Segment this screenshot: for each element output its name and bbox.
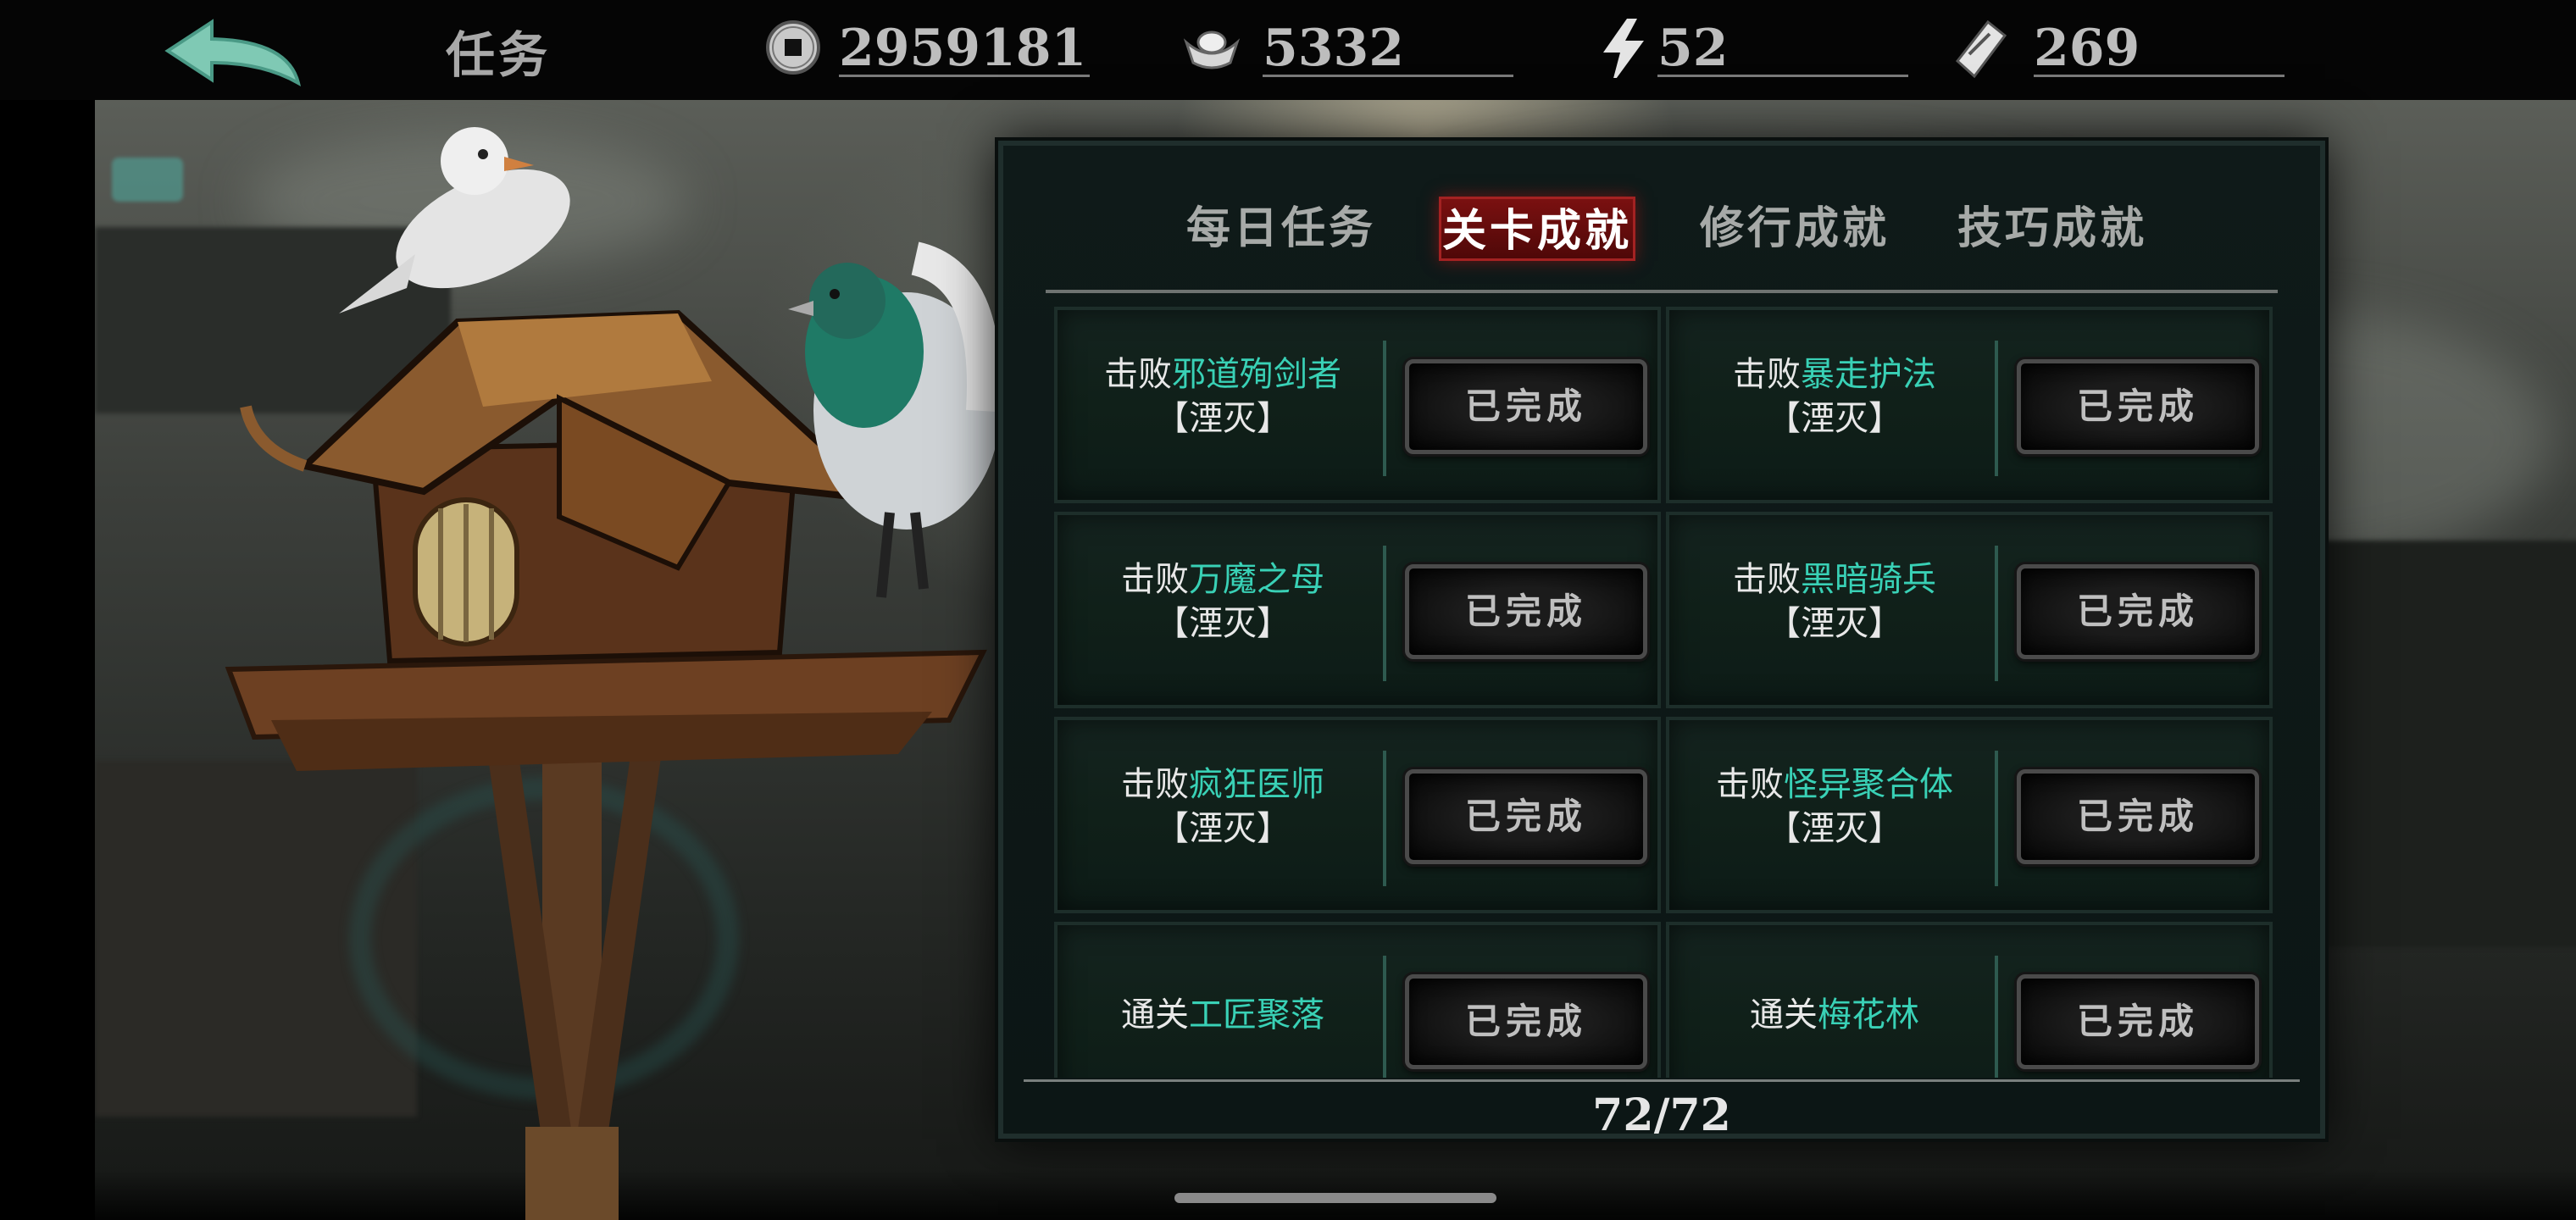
achievement-verb: 通关 <box>1121 995 1189 1034</box>
page-title: 任务 <box>446 26 552 84</box>
achievement-target: 梅花林 <box>1818 995 1919 1034</box>
progress-counter: 72/72 <box>1592 1090 1731 1134</box>
completed-button[interactable]: 已完成 <box>2017 974 2259 1069</box>
completed-button[interactable]: 已完成 <box>1405 769 1647 864</box>
achievement-description: 通关梅花林 <box>1678 993 1991 1037</box>
achievement-item: 通关梅花林 已完成 <box>1666 922 2273 1078</box>
achievement-verb: 击败 <box>1121 560 1189 599</box>
achievement-item: 击败疯狂医师 【湮灭】 已完成 <box>1054 717 1661 913</box>
achievement-difficulty: 【湮灭】 <box>1767 604 1902 643</box>
achievement-description: 击败邪道殉剑者 【湮灭】 <box>1066 352 1380 441</box>
achievement-difficulty: 【湮灭】 <box>1155 604 1291 643</box>
ticket-resource: 269 <box>1949 8 2288 80</box>
achievement-description: 击败怪异聚合体 【湮灭】 <box>1678 762 1991 851</box>
completed-button[interactable]: 已完成 <box>1405 359 1647 454</box>
silver-underline <box>1263 75 1513 77</box>
achievement-item: 击败万魔之母 【湮灭】 已完成 <box>1054 512 1661 708</box>
achievement-verb: 击败 <box>1733 355 1801 394</box>
tab-daily-tasks[interactable]: 每日任务 <box>1183 197 1380 261</box>
achievement-description: 击败黑暗骑兵 【湮灭】 <box>1678 557 1991 646</box>
cell-divider <box>1995 341 1998 476</box>
achievement-verb: 击败 <box>1733 560 1801 599</box>
completed-button[interactable]: 已完成 <box>2017 564 2259 659</box>
tab-skill-achievements[interactable]: 技巧成就 <box>1954 197 2151 261</box>
achievement-item: 击败怪异聚合体 【湮灭】 已完成 <box>1666 717 2273 913</box>
completed-button[interactable]: 已完成 <box>2017 769 2259 864</box>
achievement-difficulty: 【湮灭】 <box>1155 809 1291 848</box>
tab-bar: 每日任务 关卡成就 修行成就 技巧成就 <box>1003 180 2320 273</box>
top-bar: 任务 2959181 5332 52 269 <box>0 0 2576 100</box>
energy-underline <box>1657 75 1908 77</box>
ticket-icon <box>1955 19 2007 78</box>
coin-value: 2959181 <box>839 19 1087 78</box>
achievement-target: 黑暗骑兵 <box>1801 560 1936 599</box>
energy-value: 52 <box>1657 19 1729 78</box>
cell-divider <box>1383 956 1386 1078</box>
achievement-list[interactable]: 击败邪道殉剑者 【湮灭】 已完成 击败暴走护法 【湮灭】 已完成 击败万魔之母 … <box>1054 307 2274 1078</box>
achievement-difficulty: 【湮灭】 <box>1155 399 1291 438</box>
silver-value: 5332 <box>1263 19 1404 78</box>
cell-divider <box>1995 956 1998 1078</box>
achievement-target: 暴走护法 <box>1801 355 1936 394</box>
achievement-target: 工匠聚落 <box>1189 995 1324 1034</box>
ticket-value: 269 <box>2034 19 2140 78</box>
tabs-divider <box>1046 290 2278 293</box>
back-arrow-icon[interactable] <box>161 15 305 92</box>
achievement-target: 邪道殉剑者 <box>1172 355 1341 394</box>
completed-button[interactable]: 已完成 <box>1405 564 1647 659</box>
list-bottom-divider <box>1024 1079 2300 1082</box>
coin-icon <box>766 20 820 75</box>
achievement-verb: 击败 <box>1716 765 1784 804</box>
ticket-underline <box>2034 75 2285 77</box>
achievement-description: 击败万魔之母 【湮灭】 <box>1066 557 1380 646</box>
completed-button[interactable]: 已完成 <box>2017 359 2259 454</box>
achievement-description: 击败疯狂医师 【湮灭】 <box>1066 762 1380 851</box>
lightning-icon <box>1603 19 1644 78</box>
achievement-difficulty: 【湮灭】 <box>1767 809 1902 848</box>
silver-ingot-icon <box>1183 30 1241 69</box>
achievement-difficulty: 【湮灭】 <box>1767 399 1902 438</box>
cell-divider <box>1995 546 1998 681</box>
achievement-item: 击败暴走护法 【湮灭】 已完成 <box>1666 307 2273 503</box>
home-indicator[interactable] <box>1174 1193 1496 1203</box>
tab-stage-achievements[interactable]: 关卡成就 <box>1439 197 1635 261</box>
achievement-item: 击败黑暗骑兵 【湮灭】 已完成 <box>1666 512 2273 708</box>
coin-resource: 2959181 <box>763 8 1093 80</box>
achievement-item: 击败邪道殉剑者 【湮灭】 已完成 <box>1054 307 1661 503</box>
pigeon-illustration <box>788 241 1001 598</box>
lantern-icon <box>112 158 183 202</box>
cell-divider <box>1383 341 1386 476</box>
achievement-description: 击败暴走护法 【湮灭】 <box>1678 352 1991 441</box>
left-letterbox <box>0 100 95 1220</box>
achievement-verb: 击败 <box>1121 765 1189 804</box>
energy-resource: 52 <box>1593 8 1915 80</box>
coin-underline <box>839 75 1090 77</box>
cell-divider <box>1383 751 1386 886</box>
achievement-target: 怪异聚合体 <box>1784 765 1953 804</box>
cell-divider <box>1995 751 1998 886</box>
completed-button[interactable]: 已完成 <box>1405 974 1647 1069</box>
achievement-target: 万魔之母 <box>1189 560 1324 599</box>
achievement-item: 通关工匠聚落 已完成 <box>1054 922 1661 1078</box>
achievement-panel: 每日任务 关卡成就 修行成就 技巧成就 击败邪道殉剑者 【湮灭】 已完成 击败暴… <box>998 141 2325 1139</box>
achievement-target: 疯狂医师 <box>1189 765 1324 804</box>
silver-resource: 5332 <box>1181 8 1520 80</box>
achievement-verb: 通关 <box>1750 995 1818 1034</box>
cell-divider <box>1383 546 1386 681</box>
tab-training-achievements[interactable]: 修行成就 <box>1696 197 1893 261</box>
achievement-verb: 击败 <box>1104 355 1172 394</box>
achievement-description: 通关工匠聚落 <box>1066 993 1380 1037</box>
